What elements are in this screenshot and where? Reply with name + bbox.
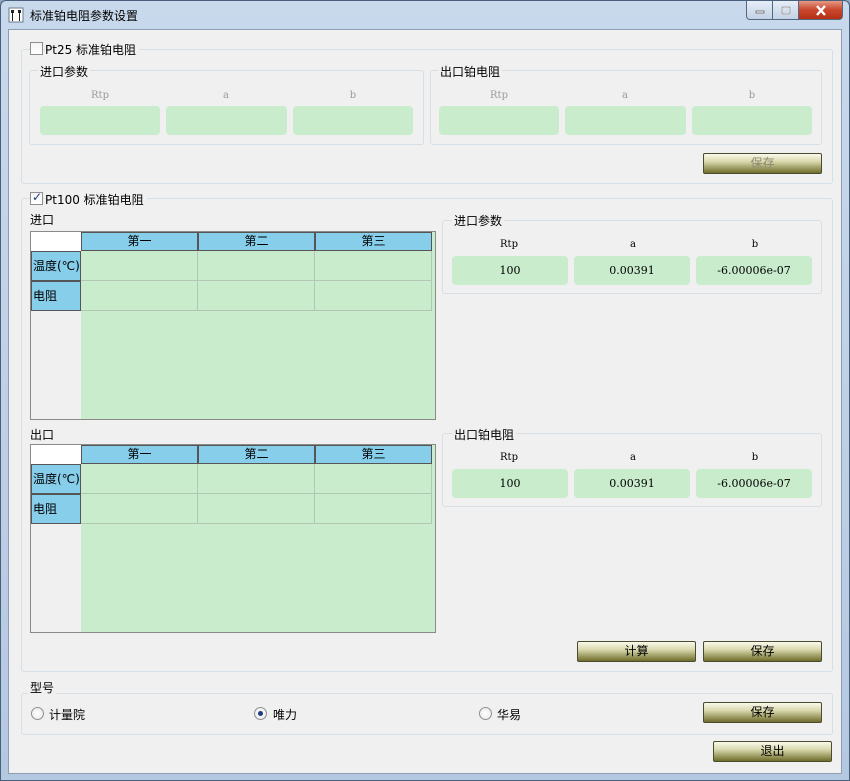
pt25-inlet-a-header: a bbox=[223, 90, 229, 101]
model-radio-weili[interactable] bbox=[254, 707, 267, 720]
inlet-cell-r1c2[interactable] bbox=[198, 251, 315, 281]
pt25-inlet-b-field[interactable] bbox=[293, 106, 413, 135]
outlet-cell-r2c2[interactable] bbox=[198, 494, 315, 524]
pt25-inlet-rtp-header: Rtp bbox=[91, 90, 109, 101]
pt100-outlet-rtp-field[interactable]: 100 bbox=[452, 469, 568, 498]
table-corner bbox=[31, 445, 81, 464]
main-window: 标准铂电阻参数设置 Pt25 标准铂电阻 进口参数 Rtp a b 出口铂电阻 … bbox=[0, 0, 850, 781]
inlet-col-1[interactable]: 第一 bbox=[81, 232, 198, 251]
pt100-outlet-b-header: b bbox=[751, 452, 759, 463]
outlet-cell-r2c1[interactable] bbox=[81, 494, 198, 524]
inlet-cell-r1c1[interactable] bbox=[81, 251, 198, 281]
pt100-outlet-rtp-header: Rtp bbox=[500, 452, 518, 463]
outlet-cell-r2c3[interactable] bbox=[315, 494, 432, 524]
inlet-table[interactable]: 第一 第二 第三 温度(℃) 电阻 bbox=[30, 231, 436, 420]
model-option-weili[interactable]: 唯力 bbox=[273, 706, 297, 723]
pt25-outlet-legend: 出口铂电阻 bbox=[438, 63, 503, 80]
pt25-outlet-a-header: a bbox=[622, 90, 628, 101]
pt100-outlet-params-legend: 出口铂电阻 bbox=[452, 426, 517, 443]
pt100-inlet-params-legend: 进口参数 bbox=[452, 212, 505, 229]
pt100-inlet-b-field[interactable]: -6.00006e-07 bbox=[696, 256, 812, 285]
pt100-checkbox[interactable] bbox=[30, 190, 43, 205]
outlet-cell-r1c3[interactable] bbox=[315, 464, 432, 494]
pt25-outlet-b-header: b bbox=[748, 90, 756, 101]
outlet-col-2[interactable]: 第二 bbox=[198, 445, 315, 464]
pt100-save-button[interactable]: 保存 bbox=[703, 641, 822, 662]
pt100-label[interactable]: Pt100 标准铂电阻 bbox=[45, 191, 147, 208]
pt25-checkbox[interactable] bbox=[30, 42, 43, 55]
inlet-row-temperature[interactable]: 温度(℃) bbox=[31, 251, 81, 281]
pt100-inlet-a-field[interactable]: 0.00391 bbox=[574, 256, 690, 285]
inlet-cell-r2c2[interactable] bbox=[198, 281, 315, 311]
pt25-label[interactable]: Pt25 标准铂电阻 bbox=[45, 41, 140, 58]
maximize-button[interactable] bbox=[773, 1, 799, 20]
inlet-col-2[interactable]: 第二 bbox=[198, 232, 315, 251]
pt100-outlet-a-field[interactable]: 0.00391 bbox=[574, 469, 690, 498]
inlet-row-resistance[interactable]: 电阻 bbox=[31, 281, 81, 311]
pt25-inlet-rtp-field[interactable] bbox=[40, 106, 160, 135]
inlet-cell-r2c3[interactable] bbox=[315, 281, 432, 311]
minimize-button[interactable] bbox=[746, 1, 773, 20]
calculate-button[interactable]: 计算 bbox=[577, 641, 696, 662]
app-icon bbox=[8, 7, 24, 23]
outlet-row-resistance[interactable]: 电阻 bbox=[31, 494, 81, 524]
exit-button[interactable]: 退出 bbox=[713, 741, 832, 762]
pt25-outlet-rtp-header: Rtp bbox=[490, 90, 508, 101]
pt25-outlet-b-field[interactable] bbox=[692, 106, 812, 135]
model-option-huayi[interactable]: 华易 bbox=[497, 706, 521, 723]
pt25-outlet-a-field[interactable] bbox=[565, 106, 686, 135]
outlet-table[interactable]: 第一 第二 第三 温度(℃) 电阻 bbox=[30, 444, 436, 633]
inlet-col-3[interactable]: 第三 bbox=[315, 232, 432, 251]
model-save-button[interactable]: 保存 bbox=[703, 702, 822, 723]
pt25-inlet-b-header: b bbox=[349, 90, 357, 101]
pt100-inlet-rtp-field[interactable]: 100 bbox=[452, 256, 568, 285]
outlet-cell-r1c1[interactable] bbox=[81, 464, 198, 494]
window-title: 标准铂电阻参数设置 bbox=[30, 9, 139, 23]
model-option-jiliangyuan[interactable]: 计量院 bbox=[49, 706, 85, 723]
outlet-cell-r1c2[interactable] bbox=[198, 464, 315, 494]
pt100-inlet-a-header: a bbox=[630, 239, 636, 250]
minimize-icon bbox=[755, 10, 764, 14]
model-legend: 型号 bbox=[28, 679, 57, 696]
outlet-col-3[interactable]: 第三 bbox=[315, 445, 432, 464]
pt25-outlet-rtp-field[interactable] bbox=[439, 106, 559, 135]
title-bar[interactable]: 标准铂电阻参数设置 bbox=[1, 1, 849, 29]
outlet-row-temperature[interactable]: 温度(℃) bbox=[31, 464, 81, 494]
model-radio-jiliangyuan[interactable] bbox=[31, 707, 44, 720]
inlet-cell-r1c3[interactable] bbox=[315, 251, 432, 281]
inlet-table-title: 进口 bbox=[30, 213, 55, 227]
table-corner bbox=[31, 232, 81, 251]
pt100-outlet-b-field[interactable]: -6.00006e-07 bbox=[696, 469, 812, 498]
pt25-inlet-a-field[interactable] bbox=[166, 106, 287, 135]
close-button[interactable] bbox=[799, 1, 843, 20]
pt100-inlet-b-header: b bbox=[751, 239, 759, 250]
close-icon bbox=[815, 4, 826, 16]
maximize-icon bbox=[780, 5, 791, 15]
client-area: Pt25 标准铂电阻 进口参数 Rtp a b 出口铂电阻 Rtp a b 保存… bbox=[8, 29, 842, 774]
pt100-outlet-a-header: a bbox=[630, 452, 636, 463]
inlet-cell-r2c1[interactable] bbox=[81, 281, 198, 311]
outlet-col-1[interactable]: 第一 bbox=[81, 445, 198, 464]
model-radio-huayi[interactable] bbox=[479, 707, 492, 720]
pt100-inlet-rtp-header: Rtp bbox=[500, 239, 518, 250]
outlet-table-title: 出口 bbox=[30, 428, 55, 442]
pt25-save-button[interactable]: 保存 bbox=[703, 153, 822, 174]
pt25-inlet-legend: 进口参数 bbox=[38, 63, 91, 80]
